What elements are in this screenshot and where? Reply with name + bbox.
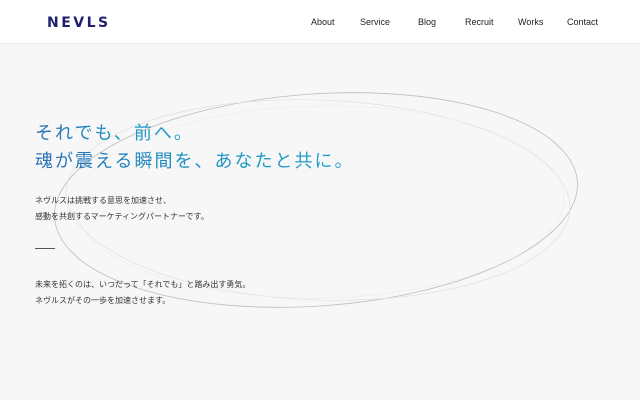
nav-contact[interactable]: Contact [567, 17, 598, 27]
decorative-ellipses [54, 92, 578, 308]
logo[interactable]: NEVLS [47, 15, 111, 31]
nav-service[interactable]: Service [360, 17, 390, 27]
site-header: NEVLS About Service Blog Recruit Works C… [0, 0, 640, 44]
intro-text-line1: ネヴルスは挑戦する意思を加速させ、 [35, 196, 171, 205]
nav-blog[interactable]: Blog [418, 17, 436, 27]
hero-headline-line1: それでも、前へ。 [35, 119, 194, 145]
outro-text-line2: ネヴルスがその一歩を加速させます。 [35, 296, 171, 305]
nav-about[interactable]: About [311, 17, 335, 27]
intro-text-line2: 感動を共創するマーケティングパートナーです。 [35, 212, 209, 221]
nav-recruit[interactable]: Recruit [465, 17, 494, 27]
nav-works[interactable]: Works [518, 17, 543, 27]
divider [35, 248, 55, 249]
outro-text-line1: 未来を拓くのは、いつだって「それでも」と踏み出す勇気。 [35, 280, 251, 289]
hero-headline-line2: 魂が震える瞬間を、あなたと共に。 [35, 147, 354, 173]
